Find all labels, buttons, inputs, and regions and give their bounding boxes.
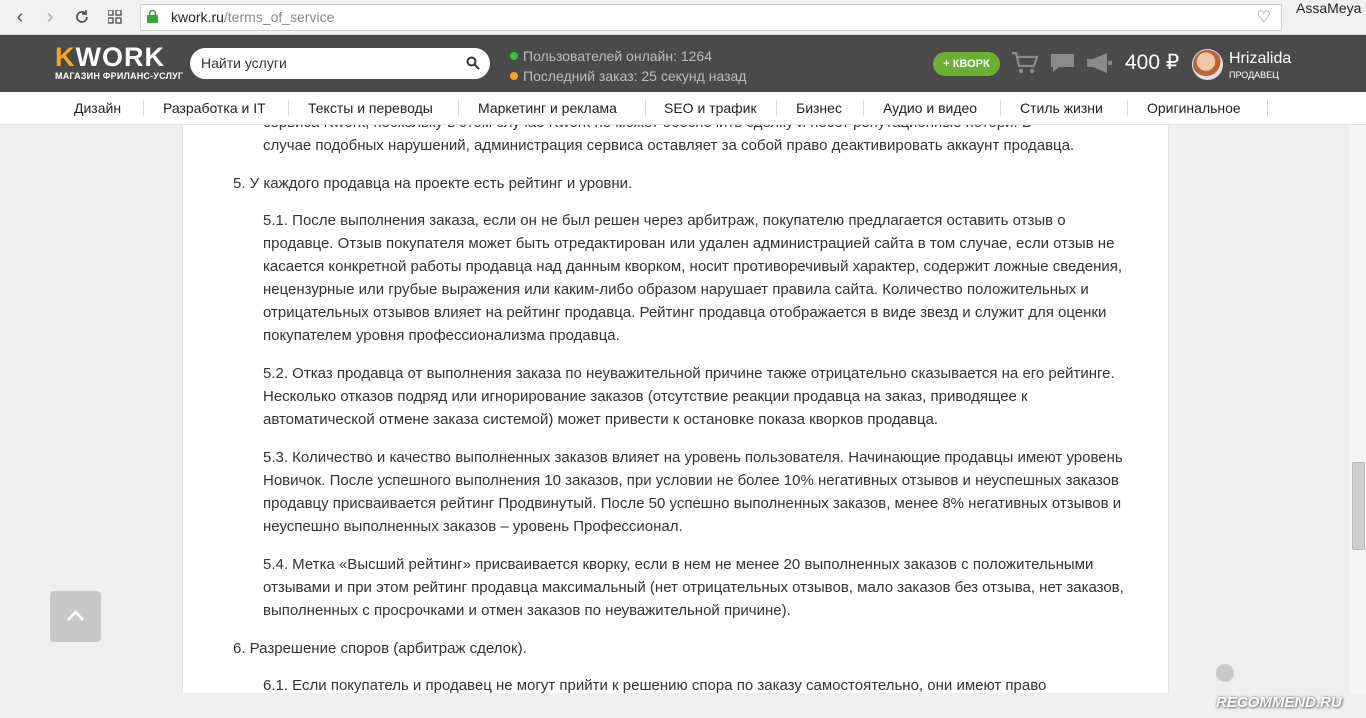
clause-6-1: 6.1. Если покупатель и продавец не могут… [263,677,1047,693]
watermark: RECOMMEND.RU [1216,658,1362,711]
browser-toolbar: ‹ › kwork.ru/terms_of_service ♡ AssaMeya [0,0,1366,35]
reload-icon[interactable] [70,5,94,29]
category-design[interactable]: Дизайн [74,92,121,124]
search-placeholder: Найти услуги [201,55,287,71]
url-text: kwork.ru/terms_of_service [171,9,335,25]
lock-icon [147,10,158,23]
category-divider [288,100,289,116]
section-6-heading: 6. Разрешение споров (арбитраж сделок). [233,640,527,657]
chevron-up-icon [67,610,84,621]
order-dot-icon [510,72,518,81]
address-bar[interactable]: kwork.ru/terms_of_service ♡ [140,4,1282,31]
category-divider [143,100,144,116]
kwork-logo[interactable]: KWORK МАГАЗИН ФРИЛАНС-УСЛУГ [55,44,183,82]
page-scrollbar[interactable] [1350,125,1366,693]
category-divider [1267,100,1268,116]
category-business[interactable]: Бизнес [796,92,842,124]
profile-name[interactable]: AssaMeya [1296,0,1361,16]
category-lifestyle[interactable]: Стиль жизни [1020,92,1103,124]
category-divider [776,100,777,116]
watermark-logo-icon [1216,664,1234,683]
search-icon[interactable] [466,56,480,70]
clause-5-2: 5.2. Отказ продавца от выполнения заказа… [263,365,1115,428]
category-development[interactable]: Разработка и IT [163,92,266,124]
terms-content: сервиса Kwork, поскольку в этом случае K… [182,125,1169,693]
clause-5-3: 5.3. Количество и качество выполненных з… [263,449,1123,535]
category-divider [1000,100,1001,116]
last-order: Последний заказ: 25 секунд назад [523,68,747,84]
users-online: Пользователей онлайн: 1264 [523,48,712,64]
online-dot-icon [510,52,518,61]
category-divider [863,100,864,116]
category-divider [458,100,459,116]
paragraph-line: сервиса Kwork, поскольку в этом случае K… [263,125,1143,134]
clause-5-1: 5.1. После выполнения заказа, если он не… [263,212,1123,344]
site-header: KWORK МАГАЗИН ФРИЛАНС-УСЛУГ Найти услуги… [0,35,1366,92]
search-input[interactable]: Найти услуги [190,48,490,79]
paragraph-line: случае подобных нарушений, администрация… [263,137,1075,154]
forward-icon[interactable]: › [38,5,62,29]
back-icon[interactable]: ‹ [8,5,32,29]
category-marketing[interactable]: Маркетинг и реклама [478,92,617,124]
avatar[interactable] [1192,49,1223,80]
cart-icon[interactable] [1011,50,1039,76]
category-original[interactable]: Оригинальное [1147,92,1241,124]
scrollbar-thumb[interactable] [1352,462,1365,550]
category-divider [645,100,646,116]
messages-icon[interactable] [1049,52,1076,74]
category-texts[interactable]: Тексты и переводы [308,92,433,124]
user-role: ПРОДАВЕЦ [1229,70,1279,80]
heart-icon[interactable]: ♡ [1257,5,1271,30]
scroll-to-top-button[interactable] [50,591,101,642]
add-kwork-button[interactable]: + КВОРК [933,52,1000,76]
site-stats: Пользователей онлайн: 1264 Последний зак… [510,46,746,86]
user-name[interactable]: Hrizalida [1229,50,1291,68]
category-audio-video[interactable]: Аудио и видео [883,92,977,124]
category-divider [1127,100,1128,116]
section-5-heading: 5. У каждого продавца на проекте есть ре… [233,175,633,192]
clause-5-4: 5.4. Метка «Высший рейтинг» присваиваетс… [263,556,1124,619]
grid-icon[interactable] [103,5,127,29]
category-seo[interactable]: SEO и трафик [664,92,757,124]
notifications-icon[interactable] [1085,52,1113,74]
category-nav: Дизайн Разработка и IT Тексты и переводы… [0,92,1366,125]
balance[interactable]: 400 ₽ [1125,50,1179,76]
